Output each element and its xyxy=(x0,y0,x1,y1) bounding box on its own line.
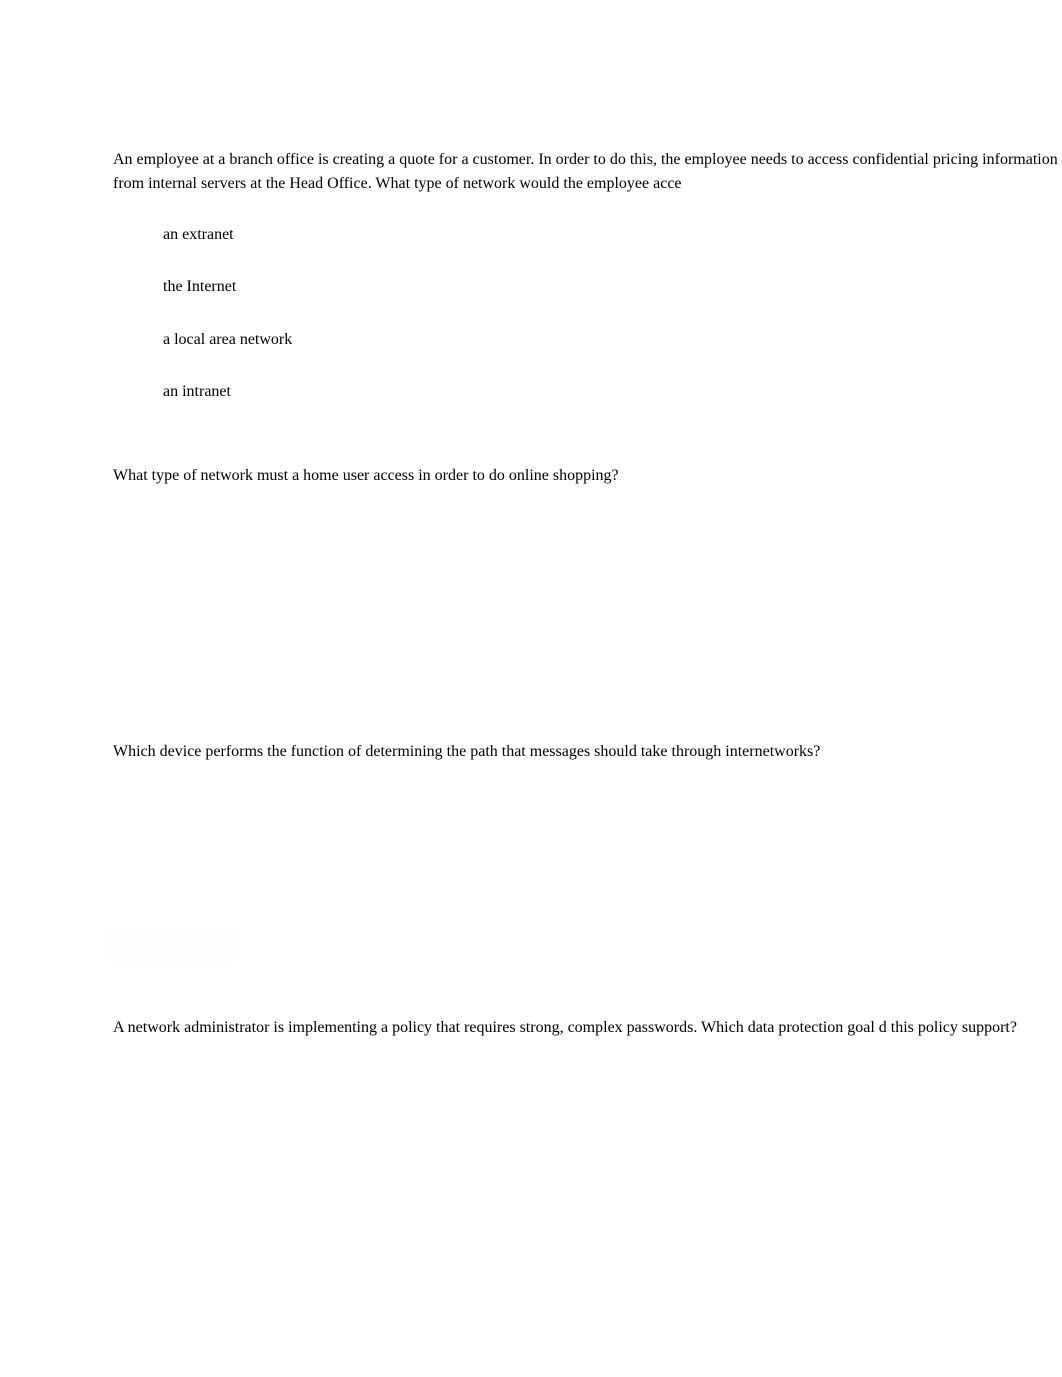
question-2: What type of network must a home user ac… xyxy=(113,464,1062,488)
question-3-text: Which device performs the function of de… xyxy=(113,740,1062,764)
question-1-text: An employee at a branch office is creati… xyxy=(113,148,1062,196)
question-4-text: A network administrator is implementing … xyxy=(113,1016,1062,1040)
option-a: an extranet xyxy=(163,224,1062,246)
question-2-text: What type of network must a home user ac… xyxy=(113,464,1062,488)
question-1-options: an extranet the Internet a local area ne… xyxy=(113,224,1062,404)
question-4: A network administrator is implementing … xyxy=(113,1016,1062,1040)
option-b: the Internet xyxy=(163,276,1062,298)
question-1: An employee at a branch office is creati… xyxy=(113,148,1062,404)
question-3: Which device performs the function of de… xyxy=(113,740,1062,764)
option-c: a local area network xyxy=(163,329,1062,351)
option-d: an intranet xyxy=(163,381,1062,403)
blurred-region xyxy=(108,930,238,962)
